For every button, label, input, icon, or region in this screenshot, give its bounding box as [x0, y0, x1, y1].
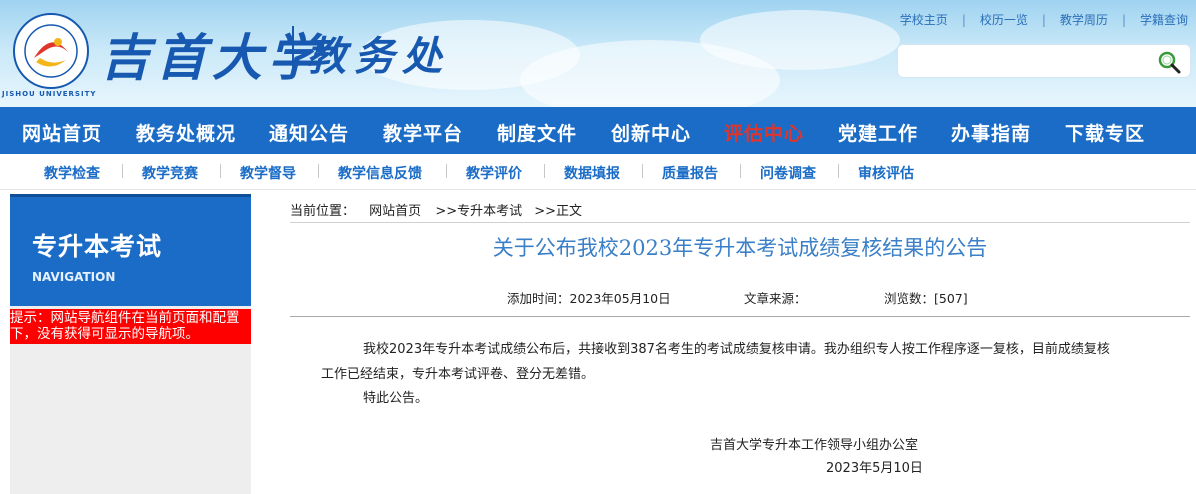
- sub-nav-item[interactable]: 问卷调查: [760, 163, 816, 183]
- top-link-calendar[interactable]: 校历一览: [980, 11, 1028, 28]
- sub-nav-separator: [838, 164, 839, 178]
- sub-nav-separator: [544, 164, 545, 178]
- article-added-time: 添加时间：2023年05月10日: [507, 291, 671, 306]
- breadcrumb-section-link[interactable]: >>专升本考试: [435, 204, 522, 219]
- nav-item-downloads[interactable]: 下载专区: [1065, 119, 1145, 146]
- school-name: 吉首大学: [100, 28, 324, 87]
- sub-nav-separator: [122, 164, 123, 178]
- header-divider: [292, 26, 294, 74]
- department-name: 教务处: [306, 33, 450, 80]
- sidebar: 专升本考试 NAVIGATION 提示：网站导航组件在当前页面和配置下，没有获得…: [10, 194, 251, 494]
- nav-item-evaluation[interactable]: 评估中心: [724, 119, 804, 146]
- nav-item-home[interactable]: 网站首页: [22, 119, 102, 146]
- search-input[interactable]: [906, 51, 1146, 71]
- nav-item-platform[interactable]: 教学平台: [383, 119, 463, 146]
- sub-nav-separator: [220, 164, 221, 178]
- sub-nav-separator: [446, 164, 447, 178]
- content-divider: [290, 316, 1190, 317]
- breadcrumb-current: >>正文: [534, 204, 583, 219]
- article-source: 文章来源：: [744, 291, 807, 306]
- sub-nav: 教学检查 教学竞赛 教学督导 教学信息反馈 教学评价 数据填报 质量报告 问卷调…: [0, 154, 1196, 190]
- breadcrumb: 当前位置： 网站首页 >>专升本考试 >>正文: [290, 200, 586, 219]
- sub-nav-separator: [642, 164, 643, 178]
- cloud-decoration: [700, 10, 900, 70]
- sidebar-nav-label: NAVIGATION: [32, 270, 116, 284]
- main-nav: 网站首页 教务处概况 通知公告 教学平台 制度文件 创新中心 评估中心 党建工作…: [0, 107, 1196, 154]
- top-link-separator: |: [961, 12, 966, 27]
- article-date: 2023年5月10日: [826, 461, 923, 476]
- sub-nav-item[interactable]: 质量报告: [662, 163, 718, 183]
- sub-nav-item[interactable]: 教学检查: [44, 163, 100, 183]
- nav-item-notices[interactable]: 通知公告: [269, 119, 349, 146]
- search-box: [897, 44, 1191, 78]
- breadcrumb-divider: [290, 222, 1190, 223]
- nav-item-regulations[interactable]: 制度文件: [497, 119, 577, 146]
- nav-item-party[interactable]: 党建工作: [838, 119, 918, 146]
- university-logo[interactable]: [12, 12, 90, 90]
- logo-ring-text: JISHOU UNIVERSITY: [2, 90, 97, 98]
- header-banner: JISHOU UNIVERSITY 吉首大学 教务处 学校主页 | 校历一览 |…: [0, 0, 1196, 107]
- sub-nav-item[interactable]: 教学评价: [466, 163, 522, 183]
- search-icon[interactable]: [1156, 49, 1182, 75]
- sub-nav-item[interactable]: 数据填报: [564, 163, 620, 183]
- nav-item-guide[interactable]: 办事指南: [951, 119, 1031, 146]
- breadcrumb-home-link[interactable]: 网站首页: [369, 204, 421, 219]
- sub-nav-item[interactable]: 教学督导: [240, 163, 296, 183]
- breadcrumb-prefix: 当前位置：: [290, 204, 356, 219]
- article-paragraph: 工作已经结束，专升本考试评卷、登分无差错。: [321, 367, 595, 382]
- top-link-school-home[interactable]: 学校主页: [900, 11, 948, 28]
- sub-nav-separator: [318, 164, 319, 178]
- sidebar-header: 专升本考试 NAVIGATION: [10, 194, 251, 306]
- top-link-student-status[interactable]: 学籍查询: [1140, 11, 1188, 28]
- top-link-separator: |: [1121, 12, 1126, 27]
- nav-item-innovation[interactable]: 创新中心: [611, 119, 691, 146]
- sidebar-title: 专升本考试: [32, 232, 163, 261]
- article-title: 关于公布我校2023年专升本考试成绩复核结果的公告: [492, 236, 988, 260]
- article-paragraph: 我校2023年专升本考试成绩公布后，共接收到387名考生的考试成绩复核申请。我办…: [363, 342, 1110, 357]
- sub-nav-item[interactable]: 审核评估: [858, 163, 914, 183]
- top-link-weekly[interactable]: 教学周历: [1060, 11, 1108, 28]
- top-links: 学校主页 | 校历一览 | 教学周历 | 学籍查询: [900, 11, 1188, 28]
- nav-item-about[interactable]: 教务处概况: [136, 119, 236, 146]
- sidebar-notice: 提示：网站导航组件在当前页面和配置下，没有获得可显示的导航项。: [10, 309, 251, 344]
- sub-nav-item[interactable]: 教学竞赛: [142, 163, 198, 183]
- article-views: 浏览数：[507]: [884, 291, 968, 306]
- article-signature: 吉首大学专升本工作领导小组办公室: [710, 438, 919, 453]
- sub-nav-separator: [740, 164, 741, 178]
- article-paragraph: 特此公告。: [363, 391, 429, 406]
- sub-nav-item[interactable]: 教学信息反馈: [338, 163, 422, 183]
- top-link-separator: |: [1041, 12, 1046, 27]
